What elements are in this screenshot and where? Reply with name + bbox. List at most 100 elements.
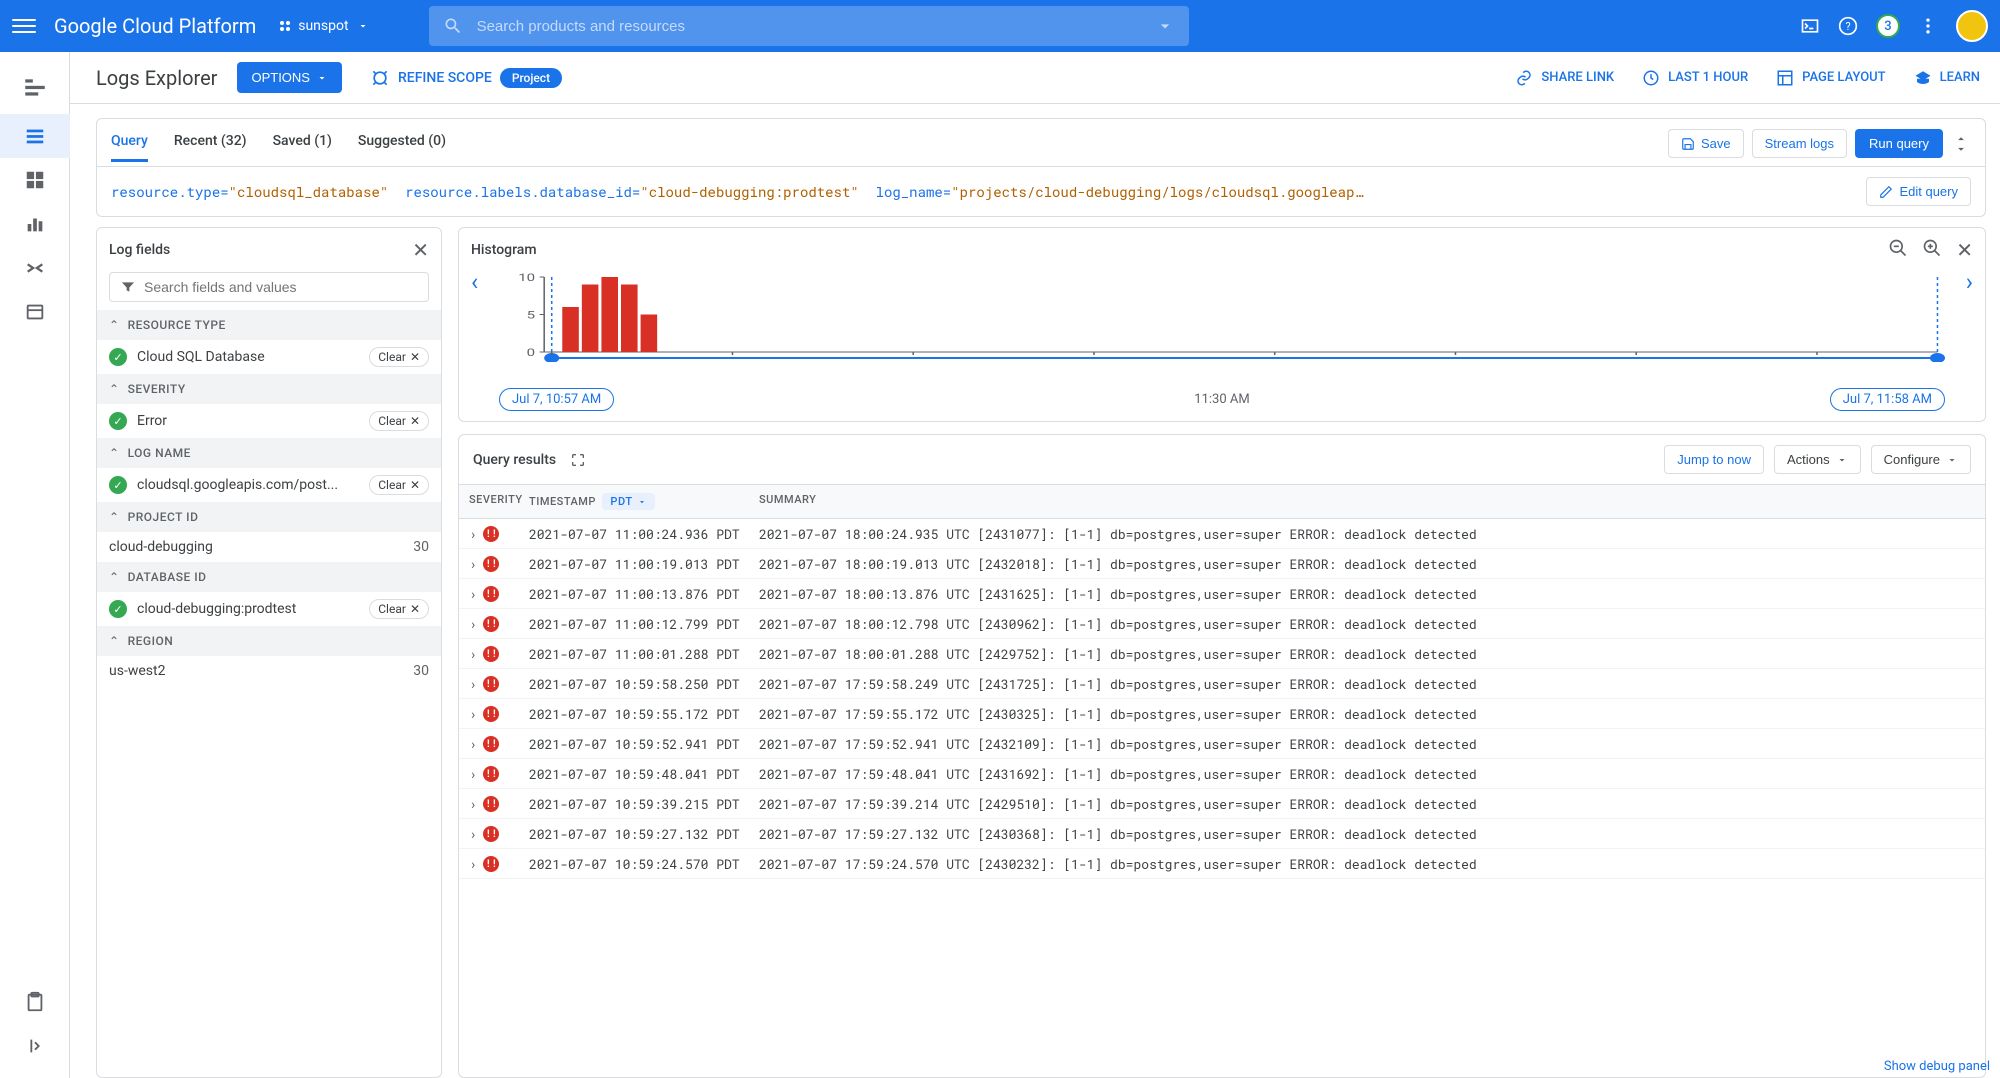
histogram-next-icon[interactable]: › xyxy=(1966,268,1973,296)
notifications-badge[interactable]: 3 xyxy=(1876,14,1900,38)
expand-icon[interactable]: › xyxy=(469,704,477,723)
expand-icon[interactable]: › xyxy=(469,794,477,813)
log-row[interactable]: ›!! 2021-07-07 10:59:39.215 PDT 2021-07-… xyxy=(459,789,1985,819)
expand-handle-icon[interactable] xyxy=(1951,135,1971,153)
tab-saved[interactable]: Saved (1) xyxy=(273,133,332,162)
refine-scope-button[interactable]: REFINE SCOPE Project xyxy=(370,68,562,88)
rail-clipboard-icon[interactable] xyxy=(0,980,70,1024)
log-timestamp: 2021-07-07 11:00:24.936 PDT xyxy=(519,520,749,548)
jump-to-now-button[interactable]: Jump to now xyxy=(1664,445,1764,474)
expand-icon[interactable]: › xyxy=(469,674,477,693)
log-row[interactable]: ›!! 2021-07-07 10:59:24.570 PDT 2021-07-… xyxy=(459,849,1985,879)
expand-icon[interactable]: › xyxy=(469,584,477,603)
hamburger-icon[interactable] xyxy=(12,14,36,38)
layout-icon xyxy=(1776,69,1794,87)
log-row[interactable]: ›!! 2021-07-07 10:59:48.041 PDT 2021-07-… xyxy=(459,759,1985,789)
expand-icon[interactable]: › xyxy=(469,854,477,873)
group-resource-type[interactable]: ⌃RESOURCE TYPE xyxy=(97,310,441,340)
rail-router-icon[interactable] xyxy=(0,246,70,290)
help-icon[interactable]: ? xyxy=(1838,16,1858,36)
field-region[interactable]: us-west230 xyxy=(97,656,441,686)
page-layout-button[interactable]: PAGE LAYOUT xyxy=(1776,69,1885,87)
field-cloud-sql[interactable]: ✓Cloud SQL DatabaseClear ✕ xyxy=(97,340,441,374)
stream-logs-button[interactable]: Stream logs xyxy=(1752,129,1847,158)
log-row[interactable]: ›!! 2021-07-07 10:59:27.132 PDT 2021-07-… xyxy=(459,819,1985,849)
share-link-button[interactable]: SHARE LINK xyxy=(1515,69,1614,87)
field-log-name[interactable]: ✓cloudsql.googleapis.com/post...Clear ✕ xyxy=(97,468,441,502)
page-title: Logs Explorer xyxy=(96,66,217,90)
clear-chip[interactable]: Clear ✕ xyxy=(369,475,429,495)
log-timestamp: 2021-07-07 10:59:24.570 PDT xyxy=(519,850,749,878)
expand-icon[interactable]: › xyxy=(469,824,477,843)
expand-icon[interactable]: › xyxy=(469,614,477,633)
log-row[interactable]: ›!! 2021-07-07 10:59:58.250 PDT 2021-07-… xyxy=(459,669,1985,699)
log-timestamp: 2021-07-07 10:59:39.215 PDT xyxy=(519,790,749,818)
clear-chip[interactable]: Clear ✕ xyxy=(369,411,429,431)
field-error[interactable]: ✓ErrorClear ✕ xyxy=(97,404,441,438)
close-icon[interactable]: ✕ xyxy=(1956,238,1973,262)
log-row[interactable]: ›!! 2021-07-07 11:00:24.936 PDT 2021-07-… xyxy=(459,519,1985,549)
expand-icon[interactable]: › xyxy=(469,764,477,783)
expand-icon[interactable]: › xyxy=(469,644,477,663)
rail-logs-explorer-icon[interactable] xyxy=(0,114,70,158)
log-fields-search[interactable] xyxy=(109,272,429,302)
rail-metrics-icon[interactable] xyxy=(0,202,70,246)
rail-storage-icon[interactable] xyxy=(0,290,70,334)
query-text[interactable]: resource.type="cloudsql_database" resour… xyxy=(111,182,1856,201)
log-row[interactable]: ›!! 2021-07-07 10:59:52.941 PDT 2021-07-… xyxy=(459,729,1985,759)
options-button[interactable]: OPTIONS xyxy=(237,62,342,93)
log-row[interactable]: ›!! 2021-07-07 11:00:13.876 PDT 2021-07-… xyxy=(459,579,1985,609)
time-start-chip[interactable]: Jul 7, 10:57 AM xyxy=(499,388,614,411)
group-database-id[interactable]: ⌃DATABASE ID xyxy=(97,562,441,592)
rail-dashboard-icon[interactable] xyxy=(0,158,70,202)
edit-query-button[interactable]: Edit query xyxy=(1866,177,1971,206)
clear-chip[interactable]: Clear ✕ xyxy=(369,347,429,367)
time-range-button[interactable]: LAST 1 HOUR xyxy=(1642,69,1748,87)
learn-button[interactable]: LEARN xyxy=(1914,69,1980,87)
log-row[interactable]: ›!! 2021-07-07 10:59:55.172 PDT 2021-07-… xyxy=(459,699,1985,729)
log-row[interactable]: ›!! 2021-07-07 11:00:01.288 PDT 2021-07-… xyxy=(459,639,1985,669)
chevron-down-icon[interactable] xyxy=(1155,16,1175,36)
log-row[interactable]: ›!! 2021-07-07 11:00:19.013 PDT 2021-07-… xyxy=(459,549,1985,579)
rail-logging-icon[interactable] xyxy=(0,62,70,114)
avatar[interactable] xyxy=(1956,10,1988,42)
timezone-selector[interactable]: PDT xyxy=(602,493,654,510)
log-row[interactable]: ›!! 2021-07-07 11:00:12.799 PDT 2021-07-… xyxy=(459,609,1985,639)
expand-icon[interactable]: › xyxy=(469,524,477,543)
tab-query[interactable]: Query xyxy=(111,133,148,162)
field-project-id[interactable]: cloud-debugging30 xyxy=(97,532,441,562)
cloud-shell-icon[interactable] xyxy=(1800,16,1820,36)
group-severity[interactable]: ⌃SEVERITY xyxy=(97,374,441,404)
search-input[interactable] xyxy=(477,18,1141,35)
close-icon[interactable]: ✕ xyxy=(412,238,429,262)
show-debug-panel-link[interactable]: Show debug panel xyxy=(1884,1059,1990,1074)
tab-suggested[interactable]: Suggested (0) xyxy=(358,133,446,162)
more-icon[interactable] xyxy=(1918,16,1938,36)
group-project-id[interactable]: ⌃PROJECT ID xyxy=(97,502,441,532)
time-end-chip[interactable]: Jul 7, 11:58 AM xyxy=(1830,388,1945,411)
clear-chip[interactable]: Clear ✕ xyxy=(369,599,429,619)
actions-button[interactable]: Actions xyxy=(1774,445,1861,474)
log-fields-search-input[interactable] xyxy=(144,279,418,295)
zoom-in-icon[interactable] xyxy=(1922,238,1942,262)
chevron-down-icon xyxy=(357,20,369,32)
expand-icon[interactable]: › xyxy=(469,554,477,573)
group-region[interactable]: ⌃REGION xyxy=(97,626,441,656)
configure-button[interactable]: Configure xyxy=(1871,445,1971,474)
save-button[interactable]: Save xyxy=(1668,129,1744,158)
field-database-id[interactable]: ✓cloud-debugging:prodtestClear ✕ xyxy=(97,592,441,626)
group-log-name[interactable]: ⌃LOG NAME xyxy=(97,438,441,468)
fullscreen-icon[interactable] xyxy=(570,452,586,468)
project-selector[interactable]: sunspot xyxy=(280,18,368,34)
rail-collapse-icon[interactable] xyxy=(0,1024,70,1068)
zoom-out-icon[interactable] xyxy=(1888,238,1908,262)
expand-icon[interactable]: › xyxy=(469,734,477,753)
run-query-button[interactable]: Run query xyxy=(1855,129,1943,158)
gcp-logo[interactable]: Google Cloud Platform xyxy=(54,14,256,38)
results-table-body[interactable]: ›!! 2021-07-07 11:00:24.936 PDT 2021-07-… xyxy=(459,519,1985,1077)
scope-pill: Project xyxy=(500,68,562,88)
search-bar[interactable] xyxy=(429,6,1189,46)
histogram-chart[interactable]: 0510 xyxy=(499,272,1945,382)
histogram-prev-icon[interactable]: ‹ xyxy=(471,268,478,296)
tab-recent[interactable]: Recent (32) xyxy=(174,133,247,162)
